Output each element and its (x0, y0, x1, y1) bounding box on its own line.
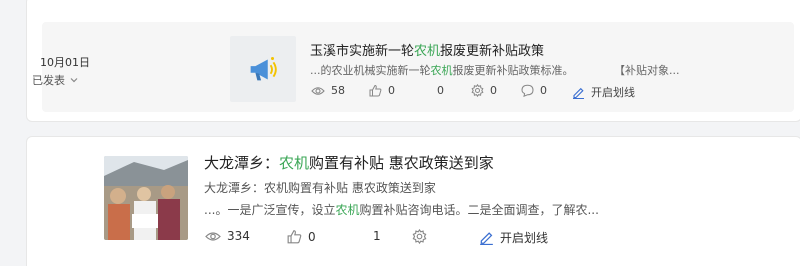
title-text-rest: 购置有补贴 惠农政策送到家 (309, 154, 494, 172)
article-tag: 【补贴对象... (614, 64, 680, 77)
pen-icon (573, 87, 584, 99)
summary-text: ...。一是广泛宣传，设立 (204, 203, 336, 217)
summary-text-rest: 购置补贴咨询电话。二是全面调查，了解农... (359, 203, 599, 217)
eye-icon (205, 231, 221, 241)
eye-icon (311, 86, 325, 95)
status-label: 已发表 (32, 74, 65, 87)
summary-highlight: 农机 (335, 203, 360, 217)
action-label: 开启划线 (591, 86, 635, 99)
chevron-down-icon (70, 78, 78, 83)
article-title-2[interactable]: 大龙潭乡：农机购置有补贴 惠农政策送到家 (204, 152, 494, 173)
article-subtitle: 大龙潭乡：农机购置有补贴 惠农政策送到家 (204, 181, 436, 195)
enable-underline-button[interactable]: 开启划线 (572, 84, 635, 100)
thumbs-up-icon (287, 230, 302, 244)
article-summary: ...的农业机械实施新一轮农机报废更新补贴政策标准。 (310, 62, 574, 78)
action-label: 开启划线 (500, 231, 549, 245)
gear-icon (471, 84, 484, 97)
title-text-rest: 报废更新补贴政策 (440, 44, 545, 59)
unlabeled-stat: 0 (437, 84, 444, 97)
title-text: 大龙潭乡： (204, 154, 280, 172)
views-count: 58 (331, 84, 345, 97)
summary-text-rest: 报废更新补贴政策标准。 (452, 64, 574, 77)
article-photo[interactable] (104, 156, 188, 240)
status-dropdown[interactable]: 已发表 (32, 72, 79, 88)
thumbs-up-icon (369, 84, 382, 97)
share-stat[interactable]: 0 (471, 84, 497, 97)
unlabeled-stat: 1 (373, 229, 381, 243)
article-summary-2: ...。一是广泛宣传，设立农机购置补贴咨询电话。二是全面调查，了解农... (204, 201, 599, 218)
comments-count: 0 (540, 84, 547, 97)
views-stat: 58 (311, 84, 345, 97)
summary-text: ...的农业机械实施新一轮 (310, 64, 431, 77)
publish-date: 10月01日 (40, 56, 90, 69)
like-button[interactable]: 0 (369, 84, 395, 97)
stat-count: 1 (373, 229, 381, 243)
title-text: 玉溪市实施新一轮 (310, 44, 415, 59)
enable-underline-button[interactable]: 开启划线 (479, 229, 548, 246)
gear-icon (412, 229, 427, 244)
megaphone-icon (250, 57, 277, 81)
share-stat[interactable] (412, 229, 427, 244)
likes-count: 0 (388, 84, 395, 97)
title-highlight: 农机 (279, 154, 310, 172)
likes-count: 0 (308, 229, 316, 244)
article-title[interactable]: 玉溪市实施新一轮农机报废更新补贴政策 (310, 40, 544, 59)
article-thumbnail[interactable] (230, 36, 296, 102)
views-count: 334 (227, 229, 250, 243)
comment-button[interactable]: 0 (521, 84, 547, 97)
summary-highlight: 农机 (430, 64, 453, 77)
comment-icon (521, 84, 534, 97)
shares-count: 0 (490, 84, 497, 97)
like-button[interactable]: 0 (287, 229, 316, 244)
photo-image (104, 156, 188, 240)
title-highlight: 农机 (414, 44, 441, 59)
views-stat: 334 (205, 229, 250, 243)
stat-count: 0 (437, 84, 444, 97)
pen-icon (480, 232, 493, 245)
